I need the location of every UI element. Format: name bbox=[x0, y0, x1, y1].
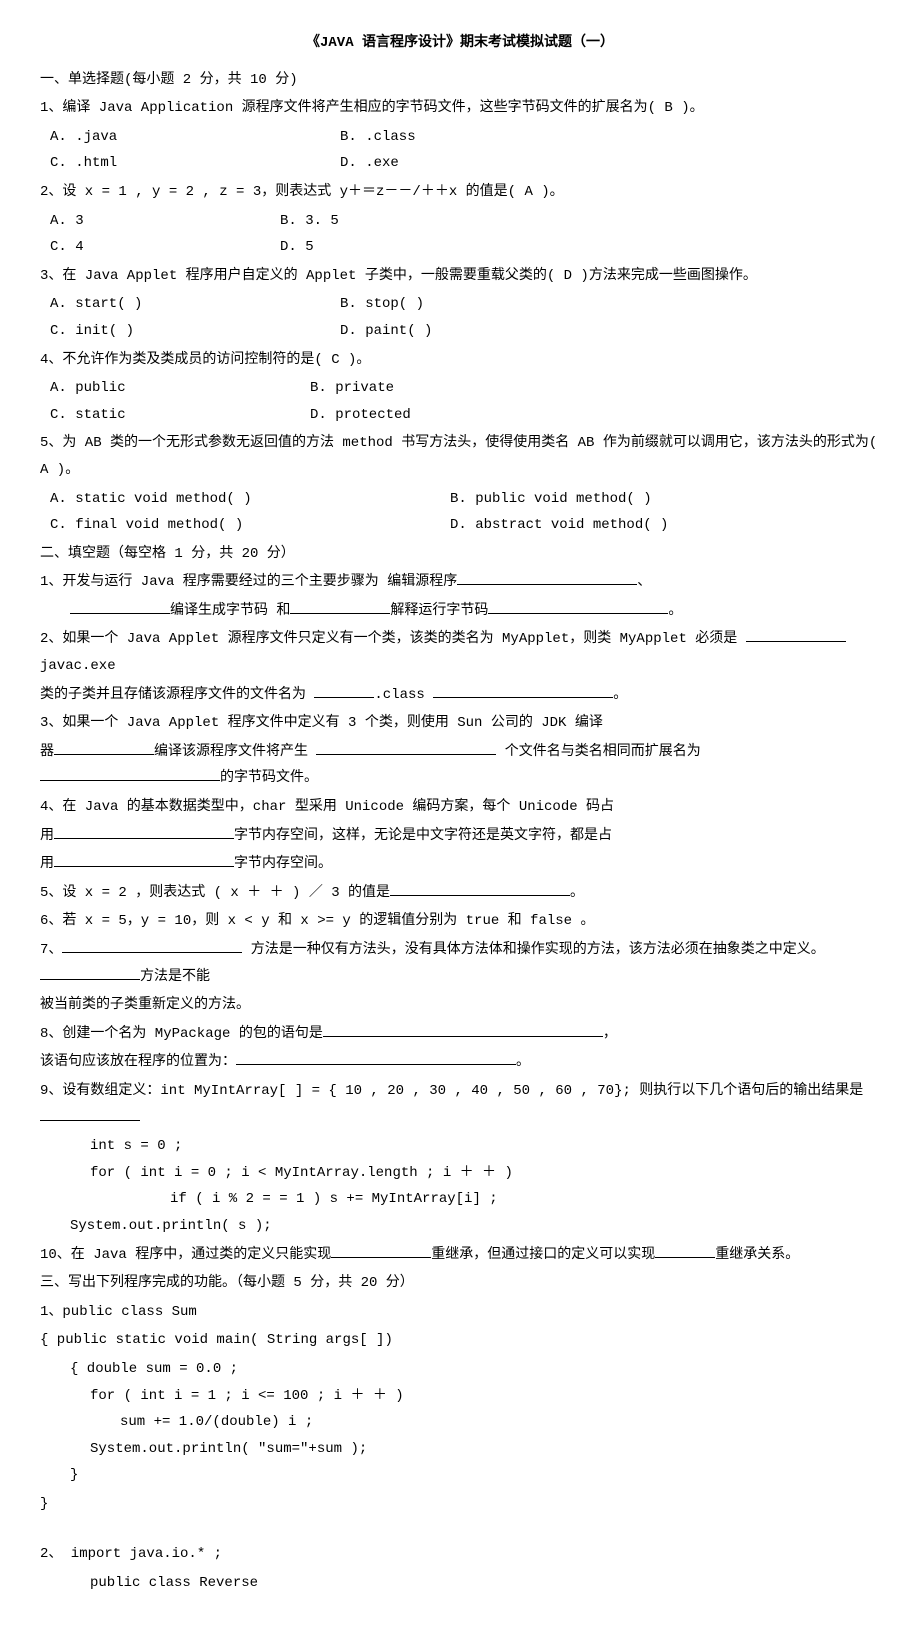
fill-q4-cont2: 用字节内存空间。 bbox=[40, 851, 880, 878]
blank bbox=[331, 1243, 431, 1258]
blank bbox=[457, 570, 637, 585]
fill-q1: 1、开发与运行 Java 程序需要经过的三个主要步骤为 编辑源程序、 bbox=[40, 569, 880, 596]
page-title: 《JAVA 语言程序设计》期末考试模拟试题（一） bbox=[40, 30, 880, 57]
fill-q6: 6、若 x = 5，y = 10，则 x < y 和 x >= y 的逻辑值分别… bbox=[40, 908, 880, 935]
blank bbox=[40, 1106, 140, 1121]
q5-optD: D. abstract void method( ) bbox=[450, 512, 668, 539]
section1-header: 一、单选择题(每小题 2 分，共 10 分) bbox=[40, 67, 880, 94]
blank bbox=[70, 599, 170, 614]
blank bbox=[316, 740, 496, 755]
blank bbox=[655, 1243, 715, 1258]
blank bbox=[62, 938, 242, 953]
blank bbox=[40, 965, 140, 980]
fill-q8-cont: 该语句应该放在程序的位置为：。 bbox=[40, 1049, 880, 1076]
q5-optB: B. public void method( ) bbox=[450, 486, 652, 513]
fill-q4-cont1: 用字节内存空间，这样，无论是中文字符还是英文字符，都是占 bbox=[40, 823, 880, 850]
q1-text: 1、编译 Java Application 源程序文件将产生相应的字节码文件，这… bbox=[40, 95, 880, 122]
p1-l2: { public static void main( String args[ … bbox=[40, 1327, 880, 1354]
q1-optC: C. .html bbox=[50, 150, 340, 177]
q1-optB: B. .class bbox=[340, 124, 416, 151]
blank bbox=[54, 824, 234, 839]
blank bbox=[433, 683, 613, 698]
q4-optA: A. public bbox=[50, 375, 310, 402]
fill-q4: 4、在 Java 的基本数据类型中，char 型采用 Unicode 编码方案，… bbox=[40, 794, 880, 821]
blank bbox=[390, 881, 570, 896]
q3-optA: A. start( ) bbox=[50, 291, 340, 318]
q4-text: 4、不允许作为类及类成员的访问控制符的是( C )。 bbox=[40, 347, 880, 374]
p1-l8: } bbox=[40, 1491, 880, 1518]
q1-optD: D. .exe bbox=[340, 150, 399, 177]
p1-l5: sum += 1.0/(double) i ; bbox=[120, 1409, 880, 1436]
q3-optB: B. stop( ) bbox=[340, 291, 424, 318]
blank bbox=[488, 599, 668, 614]
blank bbox=[314, 683, 374, 698]
q4-optB: B. private bbox=[310, 375, 394, 402]
p2-l2: public class Reverse bbox=[90, 1570, 880, 1597]
fill-q5: 5、设 x = 2 ，则表达式 ( x ＋ ＋ ) ／ 3 的值是。 bbox=[40, 880, 880, 907]
q9-code2: for ( int i = 0 ; i < MyIntArray.length … bbox=[90, 1160, 880, 1187]
fill-q1-cont: 编译生成字节码 和解释运行字节码。 bbox=[70, 598, 880, 625]
blank bbox=[323, 1022, 603, 1037]
q9-code3: if ( i % 2 = = 1 ) s += MyIntArray[i] ; bbox=[170, 1186, 880, 1213]
q1-optA: A. .java bbox=[50, 124, 340, 151]
fill-q9: 9、设有数组定义：int MyIntArray[ ] = { 10 , 20 ,… bbox=[40, 1078, 880, 1131]
blank bbox=[236, 1050, 516, 1065]
q5-text: 5、为 AB 类的一个无形式参数无返回值的方法 method 书写方法头，使得使… bbox=[40, 430, 880, 483]
q3-optC: C. init( ) bbox=[50, 318, 340, 345]
q2-optD: D. 5 bbox=[280, 234, 314, 261]
q9-code1: int s = 0 ; bbox=[90, 1133, 880, 1160]
fill-q2-cont: 类的子类并且存储该源程序文件的文件名为 .class 。 bbox=[40, 682, 880, 709]
q4-optC: C. static bbox=[50, 402, 310, 429]
p1-l3: { double sum = 0.0 ; bbox=[70, 1356, 880, 1383]
fill-q10: 10、在 Java 程序中，通过类的定义只能实现重继承，但通过接口的定义可以实现… bbox=[40, 1242, 880, 1269]
q2-optB: B. 3. 5 bbox=[280, 208, 339, 235]
blank bbox=[290, 599, 390, 614]
q5-optA: A. static void method( ) bbox=[50, 486, 450, 513]
fill-q7-cont: 被当前类的子类重新定义的方法。 bbox=[40, 992, 880, 1019]
blank bbox=[54, 852, 234, 867]
blank bbox=[40, 766, 220, 781]
blank bbox=[54, 740, 154, 755]
fill-q3-cont: 器编译该源程序文件将产生 个文件名与类名相同而扩展名为的字节码文件。 bbox=[40, 739, 880, 792]
p1-l4: for ( int i = 1 ; i <= 100 ; i ＋ ＋ ) bbox=[90, 1383, 880, 1410]
q2-text: 2、设 x = 1 , y = 2 , z = 3，则表达式 y＋＝z－－/＋＋… bbox=[40, 179, 880, 206]
fill-q2: 2、如果一个 Java Applet 源程序文件只定义有一个类，该类的类名为 M… bbox=[40, 626, 880, 679]
p1-l7: } bbox=[70, 1462, 880, 1489]
section2-header: 二、填空题（每空格 1 分，共 20 分） bbox=[40, 541, 880, 568]
q4-optD: D. protected bbox=[310, 402, 411, 429]
p2-l1: 2、 import java.io.* ; bbox=[40, 1541, 880, 1568]
q5-optC: C. final void method( ) bbox=[50, 512, 450, 539]
q9-code4: System.out.println( s ); bbox=[70, 1213, 880, 1240]
q2-optC: C. 4 bbox=[50, 234, 280, 261]
q2-optA: A. 3 bbox=[50, 208, 280, 235]
fill-q7: 7、 方法是一种仅有方法头，没有具体方法体和操作实现的方法，该方法必须在抽象类之… bbox=[40, 937, 880, 990]
fill-q8: 8、创建一个名为 MyPackage 的包的语句是， bbox=[40, 1021, 880, 1048]
q3-text: 3、在 Java Applet 程序用户自定义的 Applet 子类中，一般需要… bbox=[40, 263, 880, 290]
blank bbox=[746, 627, 846, 642]
fill-q3: 3、如果一个 Java Applet 程序文件中定义有 3 个类，则使用 Sun… bbox=[40, 710, 880, 737]
p1-l1: 1、public class Sum bbox=[40, 1299, 880, 1326]
section3-header: 三、写出下列程序完成的功能。（每小题 5 分，共 20 分） bbox=[40, 1270, 880, 1297]
q3-optD: D. paint( ) bbox=[340, 318, 432, 345]
p1-l6: System.out.println( "sum="+sum ); bbox=[90, 1436, 880, 1463]
